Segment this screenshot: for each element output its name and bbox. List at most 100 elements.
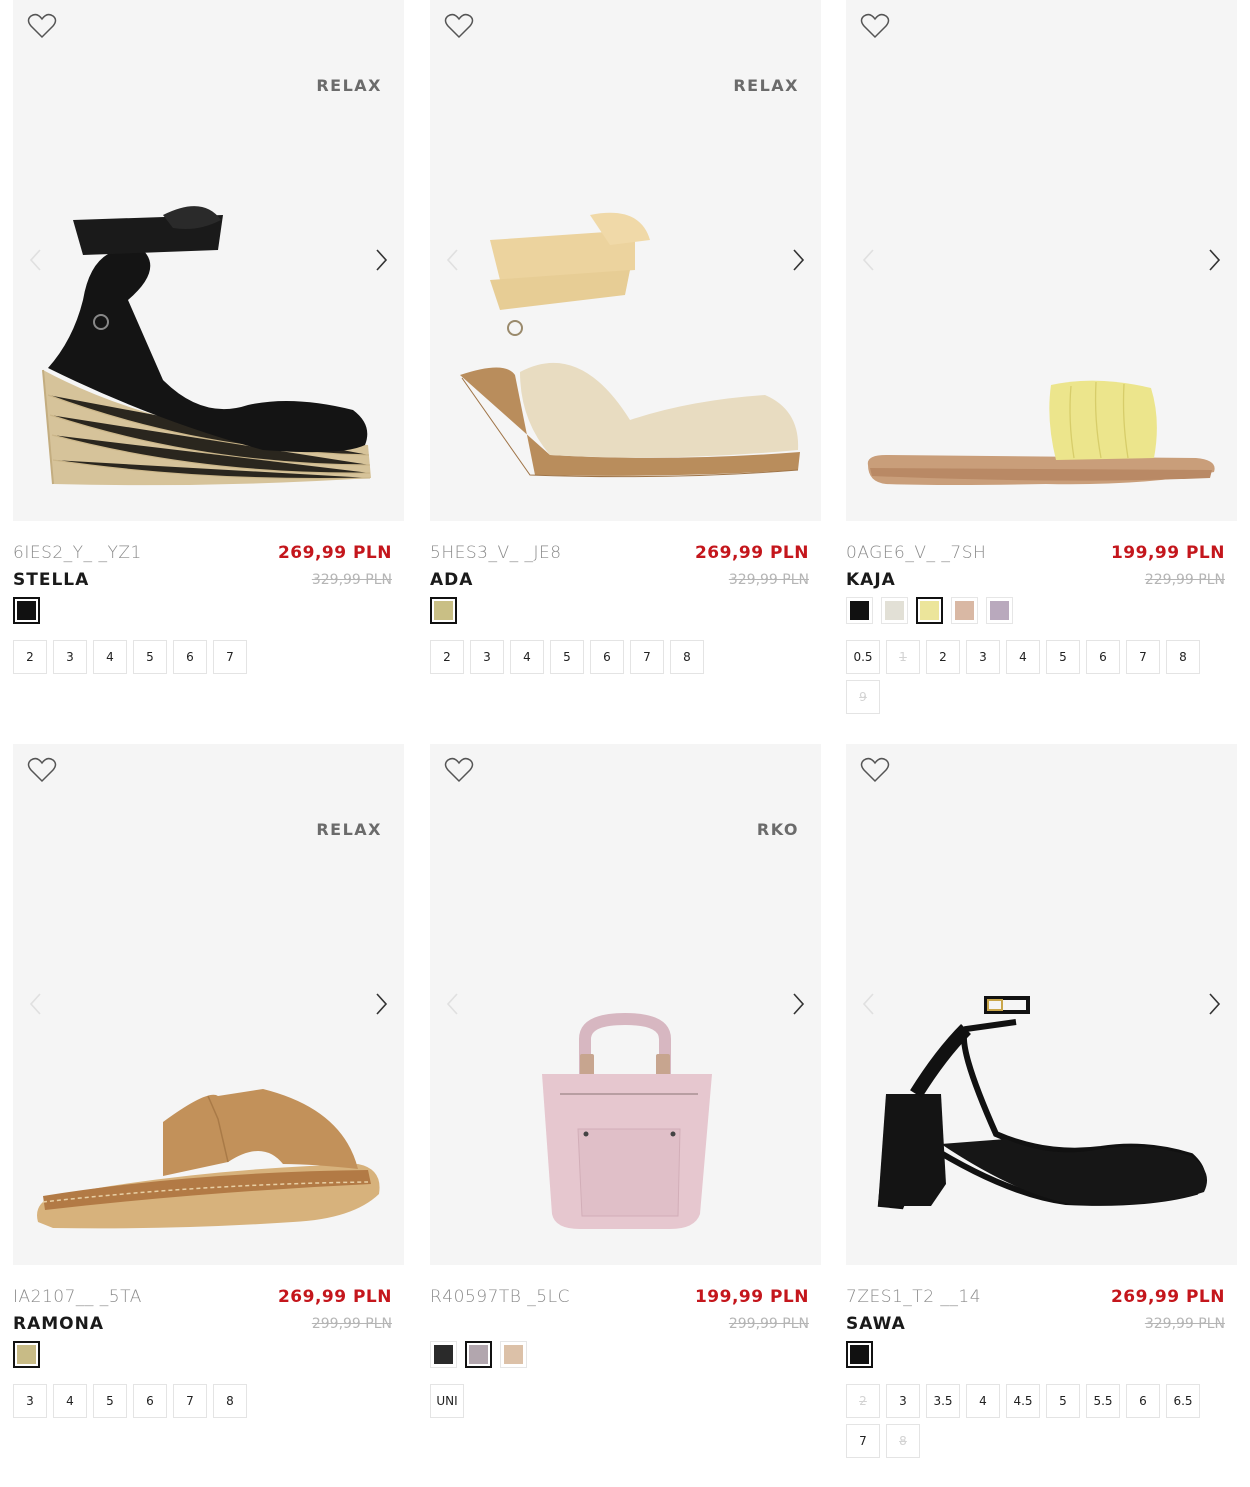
product-name[interactable]: ADA [430,570,473,590]
color-swatch[interactable] [500,1340,527,1368]
size-option[interactable]: 6 [133,1384,167,1418]
size-option[interactable]: 4 [1006,640,1040,674]
heart-icon[interactable] [860,12,890,40]
chevron-left-icon[interactable] [444,246,460,274]
size-option[interactable]: 4.5 [1006,1384,1040,1418]
color-swatch[interactable] [986,596,1013,624]
product-sku: IA2107__ _5TA [13,1287,142,1307]
heart-icon[interactable] [444,756,474,784]
product-image-area[interactable]: RELAX [13,744,404,1265]
color-swatch[interactable] [846,1340,873,1368]
color-swatch-fill [469,1344,488,1364]
product-card[interactable]: RELAX IA2107__ _5TA RAMONA 269,99 PLN 29… [13,744,404,1418]
brand-badge: RELAX [316,76,382,95]
color-swatch-fill [434,1344,453,1364]
size-option[interactable]: 3 [53,640,87,674]
chevron-left-icon[interactable] [860,246,876,274]
size-option[interactable]: 8 [886,1424,920,1458]
size-option[interactable]: 7 [630,640,664,674]
product-old-price: 329,99 PLN [311,572,392,588]
product-image[interactable] [846,0,1237,521]
size-option[interactable]: 3 [13,1384,47,1418]
heart-icon[interactable] [444,12,474,40]
size-option[interactable]: 4 [510,640,544,674]
size-option[interactable]: 4 [966,1384,1000,1418]
product-image-area[interactable]: RELAX [430,0,821,521]
product-card[interactable]: 0AGE6_V_ _7SH KAJA 199,99 PLN 229,99 PLN… [846,0,1237,714]
size-option[interactable]: 5.5 [1086,1384,1120,1418]
size-option[interactable]: 6.5 [1166,1384,1200,1418]
size-option[interactable]: 7 [173,1384,207,1418]
size-option[interactable]: 6 [1126,1384,1160,1418]
product-card[interactable]: 7ZES1_T2 __14 SAWA 269,99 PLN 329,99 PLN… [846,744,1237,1458]
size-option[interactable]: 0.5 [846,640,880,674]
chevron-right-icon[interactable] [374,246,390,274]
chevron-right-icon[interactable] [791,990,807,1018]
color-swatch[interactable] [881,596,908,624]
chevron-right-icon[interactable] [1207,990,1223,1018]
product-name[interactable]: STELLA [13,570,89,590]
size-option[interactable]: 5 [550,640,584,674]
color-swatch[interactable] [951,596,978,624]
color-swatch[interactable] [430,1340,457,1368]
product-name[interactable]: SAWA [846,1314,906,1334]
size-option[interactable]: 6 [1086,640,1120,674]
product-image-area[interactable]: RELAX [13,0,404,521]
size-option[interactable]: 5 [93,1384,127,1418]
product-image-area[interactable] [846,744,1237,1265]
color-swatch[interactable] [465,1340,492,1368]
size-option[interactable]: UNI [430,1384,464,1418]
chevron-right-icon[interactable] [374,990,390,1018]
size-option[interactable]: 2 [846,1384,880,1418]
product-name[interactable]: KAJA [846,570,896,590]
chevron-left-icon[interactable] [27,246,43,274]
heart-icon[interactable] [27,12,57,40]
heart-icon[interactable] [860,756,890,784]
size-option[interactable]: 2 [430,640,464,674]
product-image-area[interactable]: RKO [430,744,821,1265]
color-swatch[interactable] [846,596,873,624]
size-option[interactable]: 3 [470,640,504,674]
size-option[interactable]: 8 [670,640,704,674]
product-name[interactable]: RAMONA [13,1314,104,1334]
chevron-left-icon[interactable] [27,990,43,1018]
size-option[interactable]: 4 [53,1384,87,1418]
size-option[interactable]: 5 [1046,640,1080,674]
product-card[interactable]: RELAX 6IES2_Y_ _YZ1 STELLA 269,99 PLN 32… [13,0,404,674]
product-old-price: 229,99 PLN [1144,572,1225,588]
size-option[interactable]: 8 [1166,640,1200,674]
color-swatch[interactable] [430,596,457,624]
size-option[interactable]: 1 [886,640,920,674]
size-option[interactable]: 3 [886,1384,920,1418]
size-option[interactable]: 3.5 [926,1384,960,1418]
color-swatch-fill [990,600,1009,620]
size-option[interactable]: 6 [590,640,624,674]
color-swatch[interactable] [13,1340,40,1368]
size-option[interactable]: 2 [926,640,960,674]
chevron-left-icon[interactable] [860,990,876,1018]
heart-icon[interactable] [27,756,57,784]
size-option[interactable]: 5 [1046,1384,1080,1418]
size-option[interactable]: 8 [213,1384,247,1418]
chevron-right-icon[interactable] [791,246,807,274]
color-swatch[interactable] [916,596,943,624]
chevron-left-icon[interactable] [444,990,460,1018]
size-list: 0.5 1 2 3 4 5 6 7 8 9 [846,640,1226,714]
size-option[interactable]: 3 [966,640,1000,674]
product-card[interactable]: RELAX 5HES3_V_ _JE8 ADA 269,99 PLN 329,9… [430,0,821,674]
size-option[interactable]: 7 [213,640,247,674]
size-option[interactable]: 7 [1126,640,1160,674]
chevron-right-icon[interactable] [1207,246,1223,274]
product-card[interactable]: RKO R40597TB _5LC 199,99 PLN 299,99 PLN … [430,744,821,1418]
size-option[interactable]: 2 [13,640,47,674]
product-image[interactable] [846,744,1237,1265]
size-option[interactable]: 9 [846,680,880,714]
color-swatch[interactable] [13,596,40,624]
size-option[interactable]: 7 [846,1424,880,1458]
product-image-area[interactable] [846,0,1237,521]
color-swatch-fill [434,600,453,620]
size-option[interactable]: 5 [133,640,167,674]
size-option[interactable]: 6 [173,640,207,674]
product-price: 199,99 PLN [1110,543,1225,563]
size-option[interactable]: 4 [93,640,127,674]
